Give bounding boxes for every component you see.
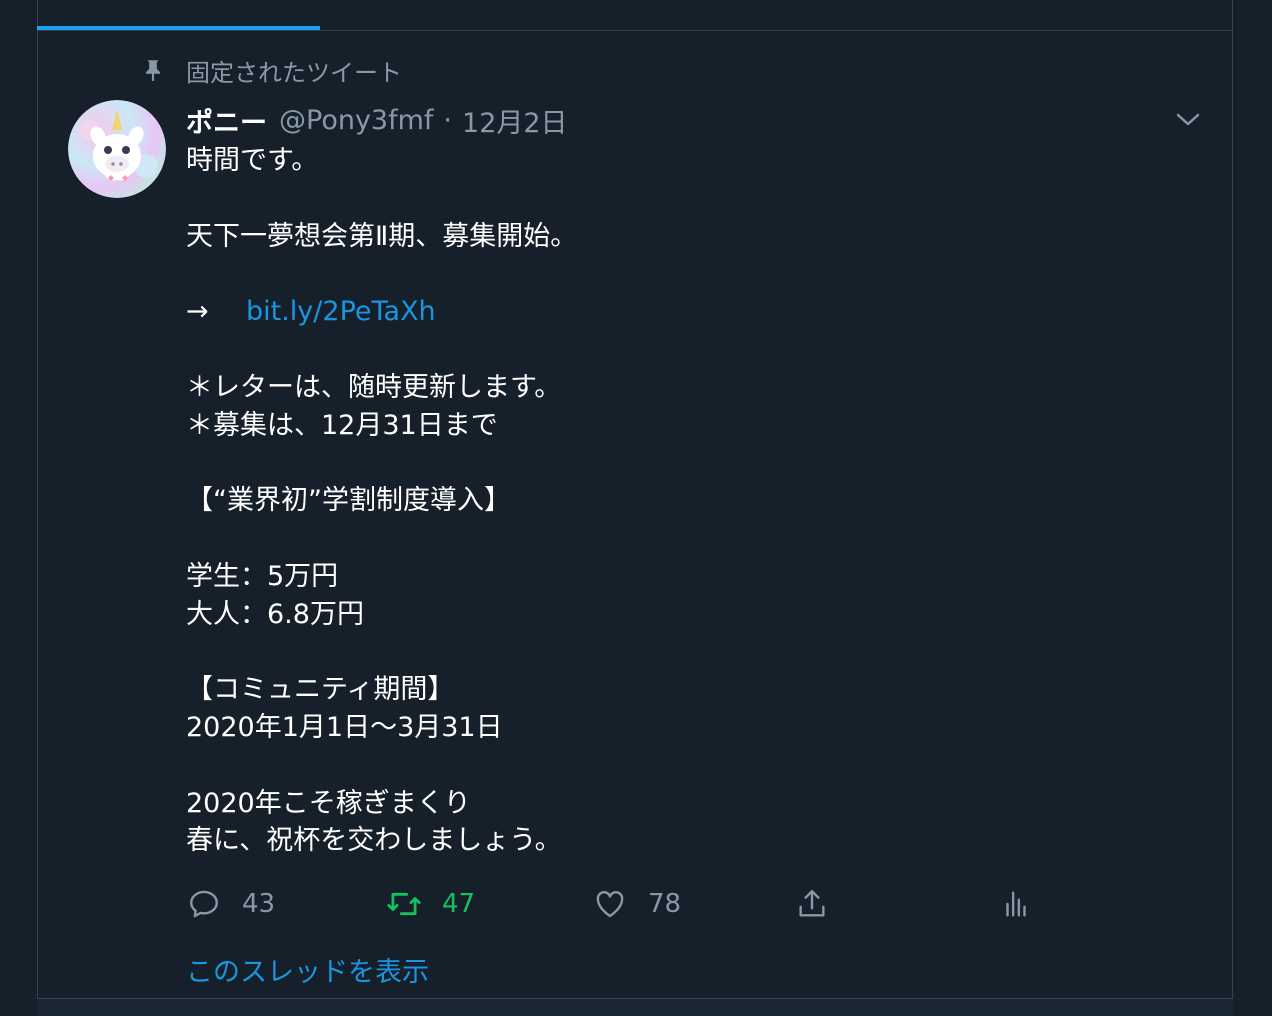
tweet-line: 春に、祝杯を交わしましょう。: [186, 825, 562, 857]
tab-bar-divider: [37, 30, 1233, 31]
like-icon: [592, 886, 628, 922]
tweet-line: 2020年1月1日〜3月31日: [186, 711, 503, 743]
tweet-line: 【“業界初”学割制度導入】: [186, 485, 511, 517]
analytics-icon: [998, 886, 1034, 922]
pinned-tweet-label: 固定されたツイート: [140, 55, 402, 87]
tweet-header: ポニー @Pony3fmf · 12月2日: [186, 100, 568, 140]
share-button[interactable]: [794, 884, 830, 924]
display-name[interactable]: ポニー: [186, 101, 267, 140]
arrow-text: →: [186, 296, 209, 328]
tweet-actions: 43 47 78: [186, 884, 1046, 924]
next-tweet-area: [37, 999, 1233, 1016]
share-icon: [794, 886, 830, 922]
retweet-count: 47: [442, 889, 476, 919]
tweet-link[interactable]: bit.ly/2PeTaXh: [246, 296, 436, 327]
tweet-text: 時間です。 天下一夢想会第Ⅱ期、募集開始。 → bit.ly/2PeTaXh ＊レ…: [186, 142, 1186, 860]
chevron-down-icon: [1175, 112, 1201, 128]
tweet-line: ＊募集は、12月31日まで: [186, 409, 498, 441]
header-separator: ·: [443, 104, 453, 136]
more-options-button[interactable]: [1172, 106, 1204, 134]
analytics-button[interactable]: [998, 884, 1034, 924]
reply-count: 43: [242, 889, 276, 919]
pin-icon: [140, 57, 166, 83]
tweet-date[interactable]: 12月2日: [462, 101, 568, 140]
avatar[interactable]: [68, 100, 166, 198]
tweet-line-link: → bit.ly/2PeTaXh: [186, 293, 1186, 331]
tweet-line: 大人：6.8万円: [186, 598, 364, 630]
retweet-icon: [386, 886, 422, 922]
tweet-line: 天下一夢想会第Ⅱ期、募集開始。: [186, 220, 578, 252]
like-button[interactable]: 78: [592, 884, 681, 924]
tweet-line: 【コミュニティ期間】: [186, 674, 455, 706]
tweet-line: 2020年こそ稼ぎまくり: [186, 787, 471, 819]
like-count: 78: [648, 889, 682, 919]
reply-button[interactable]: 43: [186, 884, 275, 924]
retweet-button[interactable]: 47: [386, 884, 475, 924]
reply-icon: [186, 886, 222, 922]
tweet-line: 学生：5万円: [186, 560, 339, 592]
tweet-line: ＊レターは、随時更新します。: [186, 371, 562, 403]
user-handle[interactable]: @Pony3fmf: [279, 105, 433, 136]
show-thread-link[interactable]: このスレッドを表示: [186, 950, 429, 989]
tweet-line: 時間です。: [186, 145, 319, 176]
pinned-text: 固定されたツイート: [186, 58, 402, 87]
